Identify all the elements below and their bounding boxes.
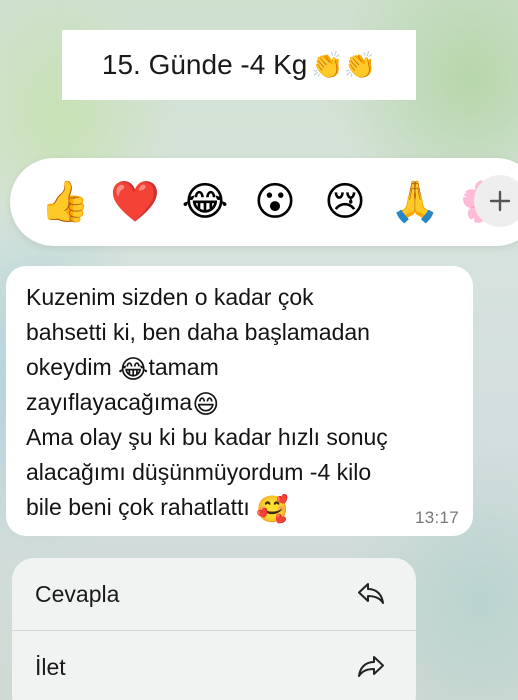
reaction-thumbs-up[interactable]: 👍 <box>30 167 100 237</box>
message-text: zayıflayacağıma <box>26 389 193 415</box>
message-text: okeydim <box>26 354 112 380</box>
message-line: Ama olay şu ki bu kadar hızlı sonuç <box>26 424 388 450</box>
message-line: bile beni çok rahatlattı 🥰 <box>26 490 455 525</box>
message-line: bahsetti ki, ben daha başlamadan <box>26 319 370 345</box>
reaction-bar: 👍 ❤️ 😂 😮 😢 🙏 🌸 <box>10 158 518 246</box>
context-menu: Cevapla İlet <box>12 558 416 700</box>
reaction-heart[interactable]: ❤️ <box>100 167 170 237</box>
forward-menu-item[interactable]: İlet <box>12 631 416 700</box>
reaction-surprised[interactable]: 😮 <box>240 167 310 237</box>
reply-icon <box>358 583 384 604</box>
message-line: okeydim 😂tamam <box>26 350 455 385</box>
plus-icon <box>489 190 511 212</box>
title-card: 15. Günde -4 Kg 👏👏 <box>62 30 416 100</box>
clapping-hands-emoji: 👏👏 <box>311 50 377 80</box>
reply-label: Cevapla <box>35 580 120 607</box>
smiling-hearts-emoji: 🥰 <box>256 494 289 524</box>
message-timestamp: 13:17 <box>414 508 459 527</box>
message-text: bile beni çok rahatlattı <box>26 494 250 520</box>
message-line: alacağımı düşünmüyordum -4 kilo <box>26 459 372 485</box>
message-text: tamam <box>148 354 219 380</box>
reaction-laughing[interactable]: 😂 <box>170 167 240 237</box>
grinning-emoji: 😄 <box>192 389 220 419</box>
message-line: Kuzenim sizden o kadar çok <box>26 284 314 310</box>
reaction-praying-hands[interactable]: 🙏 <box>380 167 450 237</box>
message-bubble[interactable]: Kuzenim sizden o kadar çok bahsetti ki, … <box>6 266 473 536</box>
laughing-emoji: 😂 <box>118 354 149 384</box>
reaction-crying[interactable]: 😢 <box>310 167 380 237</box>
forward-label: İlet <box>35 653 66 680</box>
add-reaction-button[interactable] <box>474 175 518 227</box>
forward-icon <box>358 656 384 677</box>
message-line: zayıflayacağıma😄 <box>26 385 455 420</box>
reply-menu-item[interactable]: Cevapla <box>12 558 416 630</box>
title-text: 15. Günde -4 Kg <box>101 49 308 80</box>
